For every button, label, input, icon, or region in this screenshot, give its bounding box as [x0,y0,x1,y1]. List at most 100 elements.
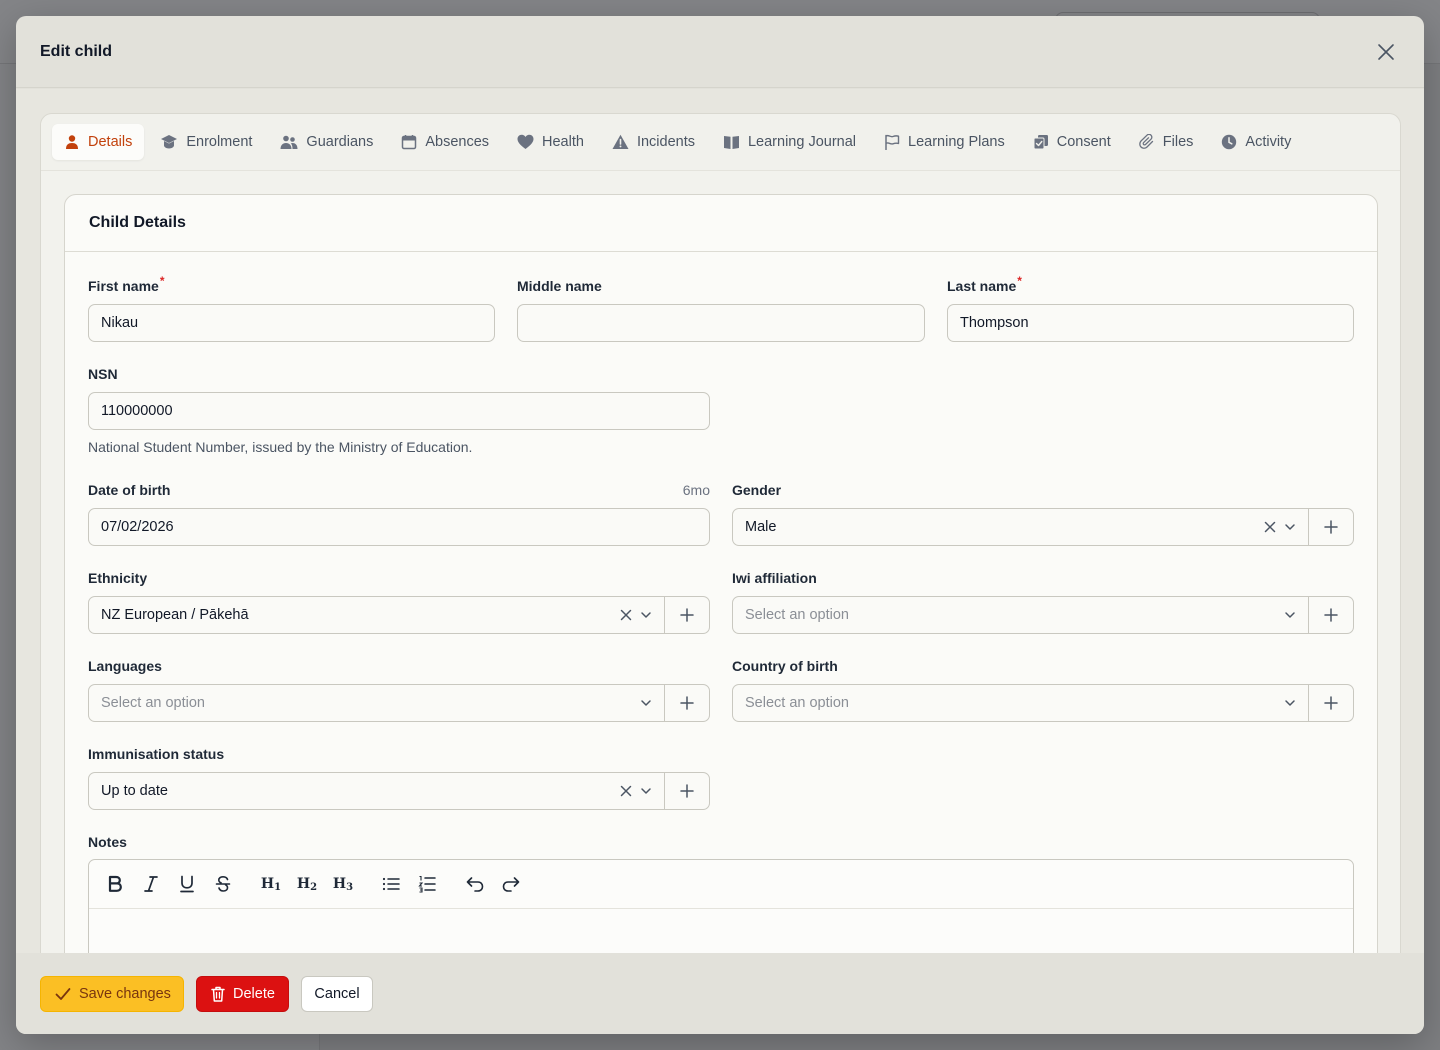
modal-header: Edit child [16,16,1424,88]
iwi-add-button[interactable] [1308,597,1353,633]
country-add-button[interactable] [1308,685,1353,721]
tab-files[interactable]: Files [1127,124,1206,160]
numbered-list-icon [418,875,436,893]
ethnicity-select[interactable]: NZ European / Pākehā [88,596,710,634]
clear-icon[interactable] [1264,521,1276,533]
child-details-card: Child Details First name* Nikau Middle n… [64,194,1378,953]
bold-button[interactable] [99,868,131,900]
select-controls [1284,597,1308,633]
country-placeholder[interactable]: Select an option [733,685,1284,721]
strikethrough-icon [215,875,231,892]
middle-name-input[interactable] [517,304,925,342]
chevron-down-icon[interactable] [1284,697,1296,709]
dob-label: Date of birth 6mo [88,480,710,500]
nsn-input[interactable]: 110000000 [88,392,710,430]
cancel-button[interactable]: Cancel [301,975,373,1012]
underline-button[interactable] [171,868,203,900]
ethnicity-value[interactable]: NZ European / Pākehā [89,597,620,633]
flag-icon [885,134,900,150]
italic-icon [144,876,158,892]
numbered-list-button[interactable] [411,868,443,900]
tab-health[interactable]: Health [505,124,596,160]
nsn-hint: National Student Number, issued by the M… [88,439,473,455]
chevron-down-icon[interactable] [640,609,652,621]
modal-title: Edit child [40,42,112,60]
heading-1-icon: H1 [260,876,282,893]
tabs-panel: Details Enrolment Guardians Absences Hea… [40,113,1401,953]
card-title: Child Details [89,214,186,231]
card-header: Child Details [65,195,1377,252]
delete-button[interactable]: Delete [196,975,289,1012]
iwi-placeholder[interactable]: Select an option [733,597,1284,633]
ethnicity-label: Ethnicity [88,570,148,586]
bullet-list-button[interactable] [375,868,407,900]
editor-toolbar: H1 H2 H3 [89,860,1353,909]
select-controls [1284,685,1308,721]
first-name-input[interactable]: Nikau [88,304,495,342]
redo-button[interactable] [495,868,527,900]
iwi-field: Iwi affiliation Select an option [732,568,1354,634]
dob-input[interactable]: 07/02/2026 [88,508,710,546]
languages-select[interactable]: Select an option [88,684,710,722]
tab-incidents[interactable]: Incidents [600,124,707,160]
tab-label: Absences [425,134,490,150]
tab-bar: Details Enrolment Guardians Absences Hea… [41,114,1400,171]
select-controls [620,597,664,633]
iwi-select[interactable]: Select an option [732,596,1354,634]
plus-icon [680,696,694,710]
tab-label: Consent [1056,134,1111,150]
italic-button[interactable] [135,868,167,900]
tab-learning-journal[interactable]: Learning Journal [711,124,868,160]
gender-value[interactable]: Male [733,509,1264,545]
strikethrough-button[interactable] [207,868,239,900]
tab-activity[interactable]: Activity [1209,124,1303,160]
undo-button[interactable] [459,868,491,900]
heading-3-button[interactable]: H3 [327,868,359,900]
delete-label: Delete [233,985,275,1002]
trash-icon [211,986,225,1002]
immunisation-value[interactable]: Up to date [89,773,620,809]
paperclip-icon [1138,134,1153,149]
select-controls [1264,509,1308,545]
immunisation-select[interactable]: Up to date [88,772,710,810]
chevron-down-icon[interactable] [1284,609,1296,621]
gender-add-button[interactable] [1308,509,1353,545]
clear-icon[interactable] [620,785,632,797]
underline-icon [180,875,194,893]
heading-2-button[interactable]: H2 [291,868,323,900]
save-changes-button[interactable]: Save changes [40,975,184,1012]
country-select[interactable]: Select an option [732,684,1354,722]
languages-field: Languages Select an option [88,656,710,722]
languages-add-button[interactable] [664,685,709,721]
edit-child-modal: Edit child Details Enrolment Guardians A… [16,16,1424,1034]
notes-content-area[interactable] [89,909,1353,953]
chevron-down-icon[interactable] [640,697,652,709]
heading-2-icon: H2 [296,876,318,893]
tab-details[interactable]: Details [52,124,145,160]
heart-icon [517,134,534,149]
dob-field: Date of birth 6mo 07/02/2026 [88,480,710,546]
last-name-input[interactable]: Thompson [947,304,1354,342]
notes-label: Notes [88,834,127,850]
last-name-label-text: Last name [947,278,1017,294]
tab-consent[interactable]: Consent [1021,124,1123,160]
warning-icon [612,134,629,149]
gender-select[interactable]: Male [732,508,1354,546]
chevron-down-icon[interactable] [640,785,652,797]
tab-guardians[interactable]: Guardians [268,124,385,160]
tab-learning-plans[interactable]: Learning Plans [872,124,1017,160]
immunisation-add-button[interactable] [664,773,709,809]
ethnicity-add-button[interactable] [664,597,709,633]
modal-body: Details Enrolment Guardians Absences Hea… [16,89,1424,953]
middle-name-field: Middle name [517,276,925,342]
calendar-icon [402,135,417,150]
tab-absences[interactable]: Absences [389,124,501,160]
close-button[interactable] [1372,38,1400,66]
heading-1-button[interactable]: H1 [255,868,287,900]
chevron-down-icon[interactable] [1284,521,1296,533]
clear-icon[interactable] [620,609,632,621]
person-icon [66,135,78,149]
languages-placeholder[interactable]: Select an option [89,685,640,721]
tab-enrolment[interactable]: Enrolment [148,124,264,160]
last-name-field: Last name* Thompson [947,274,1354,342]
